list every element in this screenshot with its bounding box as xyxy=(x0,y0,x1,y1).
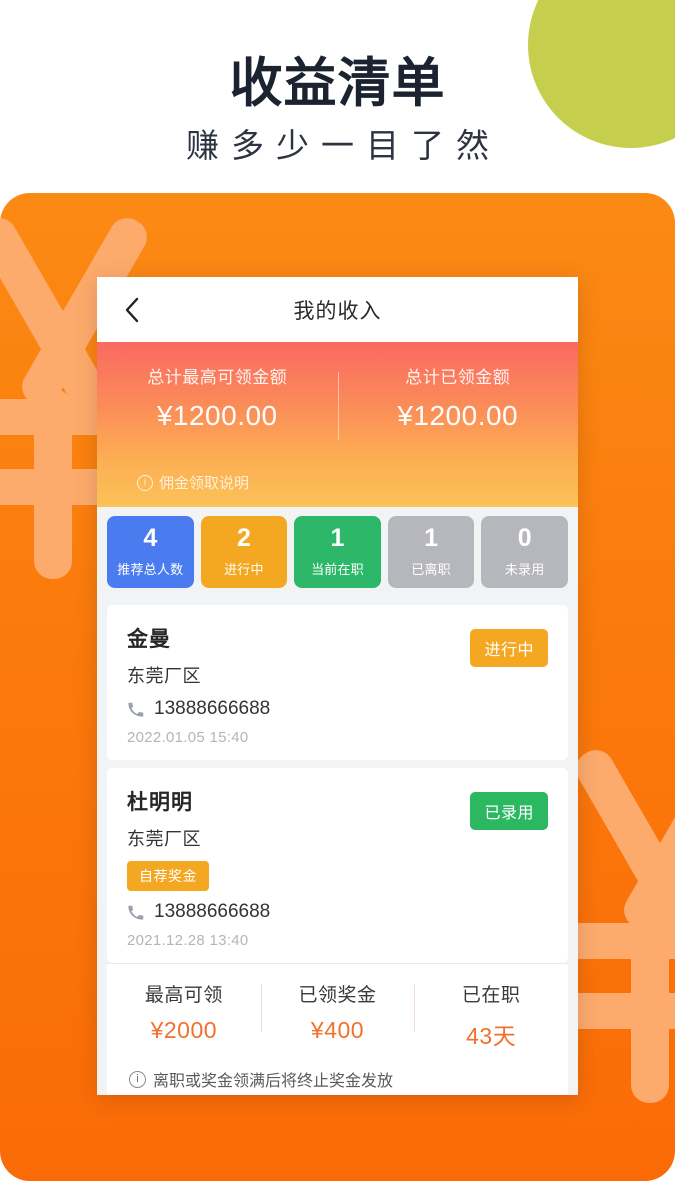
referral-card[interactable]: 金曼 东莞厂区 13888666688 2022.01.05 15:40 进行中 xyxy=(107,605,568,760)
summary-stat-max: 总计最高可领金额 ¥1200.00 xyxy=(97,368,338,432)
bonus-stat-tenure: 已在职 43天 xyxy=(414,980,568,1051)
tile-currently-employed[interactable]: 1 当前在职 xyxy=(294,516,381,588)
app-navbar: 我的收入 xyxy=(97,277,578,342)
tile-number: 2 xyxy=(236,524,251,552)
bonus-label: 已在职 xyxy=(461,985,521,1006)
referral-phone-number: 13888666688 xyxy=(154,698,271,719)
tile-label: 推荐总人数 xyxy=(117,562,184,577)
tile-label: 未录用 xyxy=(504,562,545,577)
referral-card[interactable]: 杜明明 东莞厂区 自荐奖金 13888666688 2021.12.28 13:… xyxy=(107,768,568,963)
commission-rules-label: 佣金领取说明 xyxy=(159,475,250,492)
tile-label: 已离职 xyxy=(411,562,451,577)
bonus-label: 已领奖金 xyxy=(298,985,377,1006)
referral-phone-row[interactable]: 13888666688 xyxy=(127,901,548,923)
tile-number: 4 xyxy=(143,524,158,552)
summary-value: ¥1200.00 xyxy=(156,400,278,432)
phone-mockup: 我的收入 总计最高可领金额 ¥1200.00 总计已领金额 ¥1200.00 i… xyxy=(97,277,578,1095)
tile-number: 0 xyxy=(517,524,532,552)
commission-rules-link[interactable]: i 佣金领取说明 xyxy=(137,472,249,493)
tile-number: 1 xyxy=(330,524,345,552)
page-title: 收益清单 xyxy=(229,54,446,113)
tile-number: 1 xyxy=(424,524,439,552)
bonus-tag: 自荐奖金 xyxy=(127,861,209,891)
page-subtitle: 赚多少一目了然 xyxy=(186,126,501,164)
earnings-summary-banner: 总计最高可领金额 ¥1200.00 总计已领金额 ¥1200.00 i 佣金领取… xyxy=(97,342,578,507)
tile-label: 进行中 xyxy=(224,562,264,577)
referral-timestamp: 2022.01.05 15:40 xyxy=(127,729,249,746)
summary-label: 总计最高可领金额 xyxy=(147,368,288,387)
bonus-note-label: 离职或奖金领满后将终止奖金发放 xyxy=(153,1073,394,1090)
status-badge[interactable]: 进行中 xyxy=(470,629,548,667)
navbar-title: 我的收入 xyxy=(293,299,382,323)
bonus-value: ¥2000 xyxy=(150,1017,218,1043)
phone-handset-icon xyxy=(128,905,144,920)
referral-phone-row[interactable]: 13888666688 xyxy=(127,698,548,720)
status-badge[interactable]: 已录用 xyxy=(470,792,548,830)
bonus-stat-received: 已领奖金 ¥400 xyxy=(260,980,415,1051)
back-button[interactable] xyxy=(115,293,149,327)
summary-stat-claimed: 总计已领金额 ¥1200.00 xyxy=(337,368,579,441)
tile-not-hired[interactable]: 0 未录用 xyxy=(481,516,568,588)
bonus-value: 43天 xyxy=(466,1023,517,1049)
summary-value: ¥1200.00 xyxy=(397,400,519,432)
bonus-stat-max: 最高可领 ¥2000 xyxy=(107,980,261,1051)
summary-label: 总计已领金额 xyxy=(405,368,511,387)
status-tiles: 4 推荐总人数 2 进行中 1 当前在职 1 已离职 0 未录用 xyxy=(97,507,578,596)
referral-phone-number: 13888666688 xyxy=(154,901,271,922)
tile-total-referrals[interactable]: 4 推荐总人数 xyxy=(107,516,194,588)
tile-label: 当前在职 xyxy=(311,562,364,577)
bonus-label: 最高可领 xyxy=(144,985,223,1006)
bonus-value: ¥400 xyxy=(310,1017,365,1043)
tile-in-progress[interactable]: 2 进行中 xyxy=(200,516,288,588)
bonus-summary: 最高可领 ¥2000 已领奖金 ¥400 已在职 43天 i 离职或奖金领满后将… xyxy=(107,963,568,1095)
phone-handset-icon xyxy=(128,702,144,717)
referral-timestamp: 2021.12.28 13:40 xyxy=(127,932,249,949)
promo-header: 收益清单 赚多少一目了然 xyxy=(0,0,675,193)
tile-resigned[interactable]: 1 已离职 xyxy=(387,516,475,588)
bonus-note: i 离职或奖金领满后将终止奖金发放 xyxy=(107,1067,568,1091)
info-circle-icon: i xyxy=(137,474,153,491)
info-circle-icon: i xyxy=(129,1070,146,1088)
